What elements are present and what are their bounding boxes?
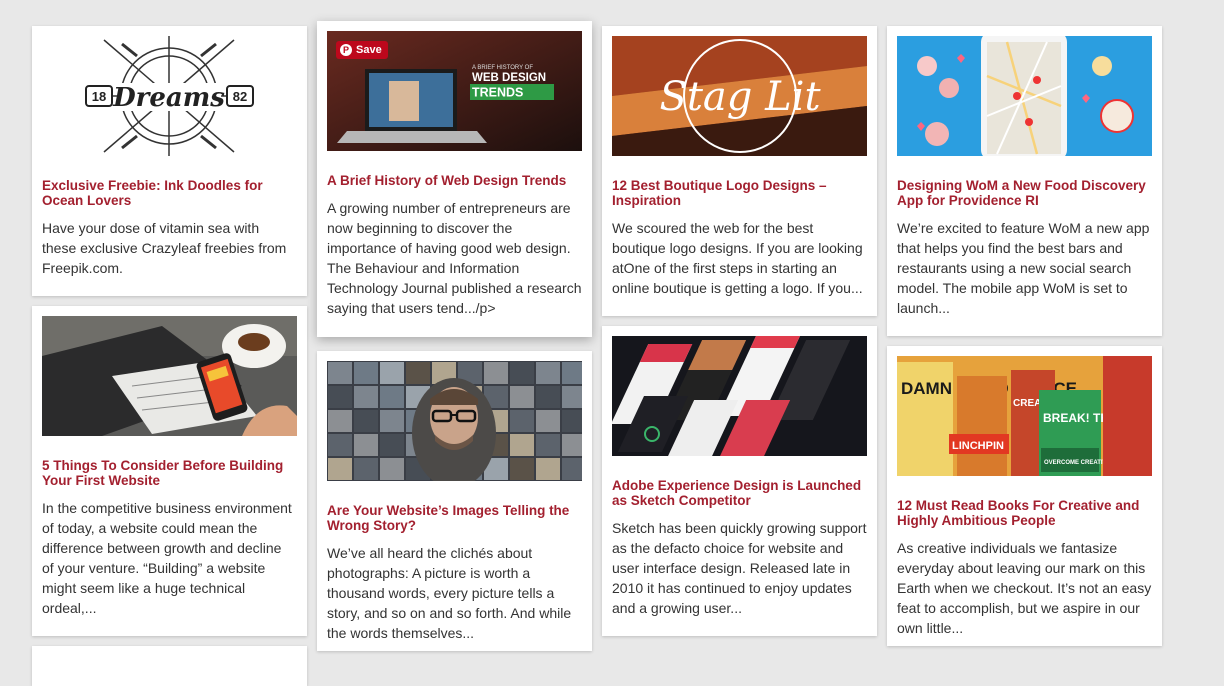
mosaic-tile — [354, 410, 378, 432]
post-card[interactable]: Are Your Website’s Images Telling the Wr… — [317, 351, 592, 651]
staglit-photo: Stag Lit — [612, 36, 867, 156]
mosaic-tile — [536, 386, 560, 408]
staglit-word: Stag Lit — [659, 74, 821, 120]
post-excerpt: As creative individuals we fantasize eve… — [897, 540, 1152, 636]
post-card[interactable] — [32, 646, 307, 686]
banner-line2: WEB DESIGN — [472, 72, 546, 84]
dreams-illustration: 18 82 Dreams — [85, 36, 254, 156]
post-title[interactable]: 12 Must Read Books For Creative and High… — [897, 498, 1152, 528]
post-card[interactable]: DAMN GOOD ADVICE LINCHPIN CREATIVE BREAK… — [887, 346, 1162, 646]
mosaic-tile — [380, 434, 404, 456]
dreams-left-number: 18 — [92, 89, 106, 104]
dreams-right-number: 82 — [233, 89, 247, 104]
mosaic-tile — [380, 386, 404, 408]
post-title[interactable]: Exclusive Freebie: Ink Doodles for Ocean… — [42, 178, 297, 208]
post-title[interactable]: 12 Best Boutique Logo Designs – Inspirat… — [612, 178, 867, 208]
post-excerpt: We’re excited to feature WoM a new app t… — [897, 220, 1150, 316]
post-title[interactable]: Adobe Experience Design is Launched as S… — [612, 478, 867, 508]
post-card[interactable]: 18 82 Dreams Exclusive Freebie: Ink Dood… — [32, 26, 307, 296]
mosaic-tile — [562, 362, 582, 384]
mosaic-tile — [354, 362, 378, 384]
mosaic-tile — [562, 386, 582, 408]
mosaic-tile — [536, 362, 560, 384]
mosaic-tile — [510, 362, 534, 384]
post-card[interactable]: A BRIEF HISTORY OF WEB DESIGN TRENDS P S… — [317, 21, 592, 337]
post-title[interactable]: 5 Things To Consider Before Building You… — [42, 458, 297, 488]
mosaic-tile — [328, 434, 352, 456]
post-excerpt: Sketch has been quickly growing support … — [612, 520, 867, 616]
pinterest-save-button[interactable]: P Save — [336, 41, 388, 59]
mosaic-tile — [510, 458, 534, 480]
mosaic-tile — [536, 434, 560, 456]
post-thumbnail[interactable]: A BRIEF HISTORY OF WEB DESIGN TRENDS P S… — [327, 31, 582, 151]
post-excerpt: We’ve all heard the clichés about photog… — [327, 545, 572, 641]
books-cover-collage: DAMN GOOD ADVICE LINCHPIN CREATIVE BREAK… — [897, 356, 1152, 476]
post-excerpt: Have your dose of vitamin sea with these… — [42, 220, 287, 276]
mosaic-tile — [328, 362, 352, 384]
mosaic-tile — [562, 458, 582, 480]
mosaic-tile — [328, 410, 352, 432]
save-label: Save — [356, 44, 382, 56]
mosaic-tile — [536, 458, 560, 480]
mosaic-tile — [406, 362, 430, 384]
mosaic-tile — [328, 386, 352, 408]
app-screens-mockup — [612, 336, 867, 456]
post-title[interactable]: Are Your Website’s Images Telling the Wr… — [327, 503, 582, 533]
mosaic-tile — [354, 434, 378, 456]
dreams-word: Dreams — [112, 83, 225, 113]
desk-photo — [42, 316, 297, 436]
mosaic-tile — [510, 386, 534, 408]
mosaic-tile — [380, 410, 404, 432]
post-thumbnail[interactable] — [42, 316, 297, 436]
mosaic-tile — [380, 362, 404, 384]
post-card[interactable]: Adobe Experience Design is Launched as S… — [602, 326, 877, 636]
mosaic-tile — [536, 410, 560, 432]
mosaic-tile — [380, 458, 404, 480]
photo-mosaic — [327, 361, 582, 481]
post-title[interactable]: A Brief History of Web Design Trends — [327, 173, 582, 188]
banner-line3: TRENDS — [472, 86, 523, 100]
post-thumbnail[interactable] — [327, 361, 582, 481]
mosaic-tile — [510, 434, 534, 456]
post-excerpt: In the competitive business environment … — [42, 500, 292, 616]
post-thumbnail[interactable]: 18 82 Dreams — [42, 36, 297, 156]
mosaic-tile — [562, 410, 582, 432]
banner-line1: A BRIEF HISTORY OF — [472, 65, 533, 71]
post-card[interactable]: Designing WoM a New Food Discovery App f… — [887, 26, 1162, 336]
mosaic-tile — [354, 458, 378, 480]
mosaic-tile — [354, 386, 378, 408]
post-thumbnail[interactable] — [612, 336, 867, 456]
post-card[interactable]: 5 Things To Consider Before Building You… — [32, 306, 307, 636]
mosaic-tile — [484, 362, 508, 384]
mosaic-tile — [328, 458, 352, 480]
post-thumbnail[interactable] — [897, 36, 1152, 156]
post-thumbnail[interactable]: Stag Lit — [612, 36, 867, 156]
post-thumbnail[interactable]: DAMN GOOD ADVICE LINCHPIN CREATIVE BREAK… — [897, 356, 1152, 476]
pinterest-icon: P — [340, 44, 352, 56]
post-excerpt: A growing number of entrepreneurs are no… — [327, 200, 582, 316]
map-app-illustration — [897, 36, 1152, 156]
mosaic-tile — [510, 410, 534, 432]
post-title[interactable]: Designing WoM a New Food Discovery App f… — [897, 178, 1152, 208]
book2-title: LINCHPIN — [952, 440, 1004, 452]
post-excerpt: We scoured the web for the best boutique… — [612, 220, 863, 296]
mosaic-tile — [562, 434, 582, 456]
post-card[interactable]: Stag Lit 12 Best Boutique Logo Designs –… — [602, 26, 877, 316]
